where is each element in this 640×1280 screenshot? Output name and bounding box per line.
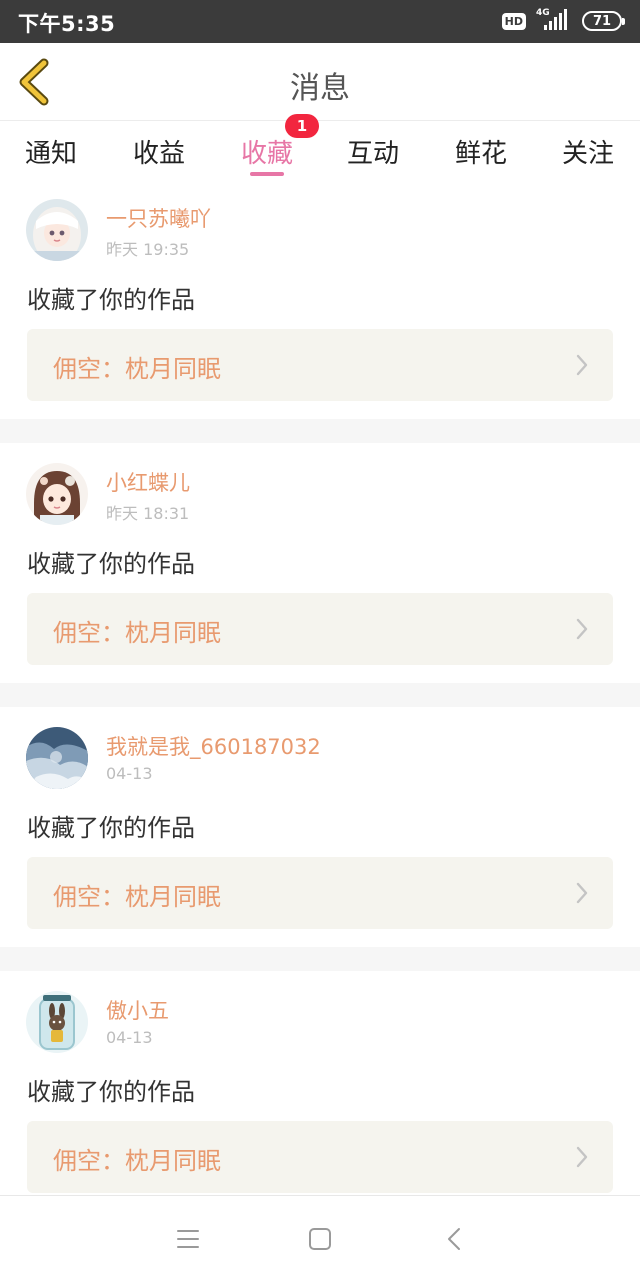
- message-time: 昨天 19:35: [106, 240, 190, 259]
- message-time: 04-13: [106, 1028, 153, 1047]
- chevron-right-icon: [576, 882, 588, 904]
- message-list: 一只苏曦吖 昨天 19:35 收藏了你的作品 佣空：枕月同眠 小红蝶儿 昨天 1…: [0, 179, 640, 1211]
- user-name[interactable]: 小红蝶儿: [106, 467, 190, 497]
- user-name[interactable]: 我就是我_660187032: [106, 731, 321, 761]
- favorites-count-badge: 1: [285, 114, 319, 138]
- message-time: 04-13: [106, 764, 153, 783]
- tab-interactions[interactable]: 互动: [333, 133, 413, 170]
- avatar-anime-girl-white-hair: [26, 199, 88, 261]
- header: 消息: [0, 43, 640, 121]
- divider: [0, 419, 640, 443]
- work-title: 佣空：枕月同眠: [53, 1147, 221, 1175]
- chevron-left-icon: [448, 1228, 460, 1250]
- tab-notifications[interactable]: 通知: [11, 133, 91, 170]
- battery-icon: 71: [582, 11, 625, 31]
- menu-button[interactable]: [173, 1224, 203, 1254]
- system-nav-bar: [0, 1195, 640, 1280]
- chevron-right-icon: [576, 1146, 588, 1168]
- work-link[interactable]: 佣空：枕月同眠: [27, 329, 613, 401]
- avatar[interactable]: [26, 991, 88, 1053]
- user-name[interactable]: 傲小五: [106, 995, 169, 1025]
- tab-follows[interactable]: 关注: [548, 133, 628, 170]
- tab-earnings[interactable]: 收益: [119, 133, 199, 170]
- message-item: 小红蝶儿 昨天 18:31 收藏了你的作品 佣空：枕月同眠: [0, 443, 640, 683]
- divider: [0, 683, 640, 707]
- avatar[interactable]: [26, 727, 88, 789]
- battery-level: 71: [592, 13, 612, 29]
- menu-icon: [177, 1230, 199, 1248]
- user-name[interactable]: 一只苏曦吖: [106, 203, 211, 233]
- nav-back-button[interactable]: [440, 1224, 470, 1254]
- message-text: 收藏了你的作品: [27, 286, 195, 314]
- message-text: 收藏了你的作品: [27, 1078, 195, 1106]
- avatar-bunny-in-jar: [26, 991, 88, 1053]
- message-text: 收藏了你的作品: [27, 814, 195, 842]
- page-title: 消息: [290, 71, 350, 106]
- message-text: 收藏了你的作品: [27, 550, 195, 578]
- status-icons: HD 4G 71: [501, 8, 625, 33]
- message-item: 傲小五 04-13 收藏了你的作品 佣空：枕月同眠: [0, 971, 640, 1211]
- message-item: 一只苏曦吖 昨天 19:35 收藏了你的作品 佣空：枕月同眠: [0, 179, 640, 419]
- square-home-icon: [309, 1228, 331, 1250]
- message-time: 昨天 18:31: [106, 504, 190, 523]
- avatar[interactable]: [26, 463, 88, 525]
- message-item: 我就是我_660187032 04-13 收藏了你的作品 佣空：枕月同眠: [0, 707, 640, 947]
- tab-favorites[interactable]: 收藏: [227, 133, 307, 170]
- work-title: 佣空：枕月同眠: [53, 619, 221, 647]
- chevron-right-icon: [576, 354, 588, 376]
- avatar-anime-girl-brown-hair: [26, 463, 88, 525]
- hd-icon: HD: [501, 12, 526, 30]
- status-time: 下午5:35: [18, 12, 116, 36]
- avatar-frosty-landscape: [26, 727, 88, 789]
- home-button[interactable]: [305, 1224, 335, 1254]
- active-tab-indicator: [250, 172, 284, 176]
- work-title: 佣空：枕月同眠: [53, 883, 221, 911]
- work-link[interactable]: 佣空：枕月同眠: [27, 1121, 613, 1193]
- chevron-right-icon: [576, 618, 588, 640]
- avatar[interactable]: [26, 199, 88, 261]
- work-link[interactable]: 佣空：枕月同眠: [27, 593, 613, 665]
- tab-flowers[interactable]: 鲜花: [441, 133, 521, 170]
- work-title: 佣空：枕月同眠: [53, 355, 221, 383]
- work-link[interactable]: 佣空：枕月同眠: [27, 857, 613, 929]
- divider: [0, 947, 640, 971]
- tab-bar: 通知 收益 收藏 互动 鲜花 关注: [0, 121, 640, 179]
- signal-icon: 4G: [536, 8, 572, 32]
- status-bar: 下午5:35 HD 4G 71: [0, 0, 640, 43]
